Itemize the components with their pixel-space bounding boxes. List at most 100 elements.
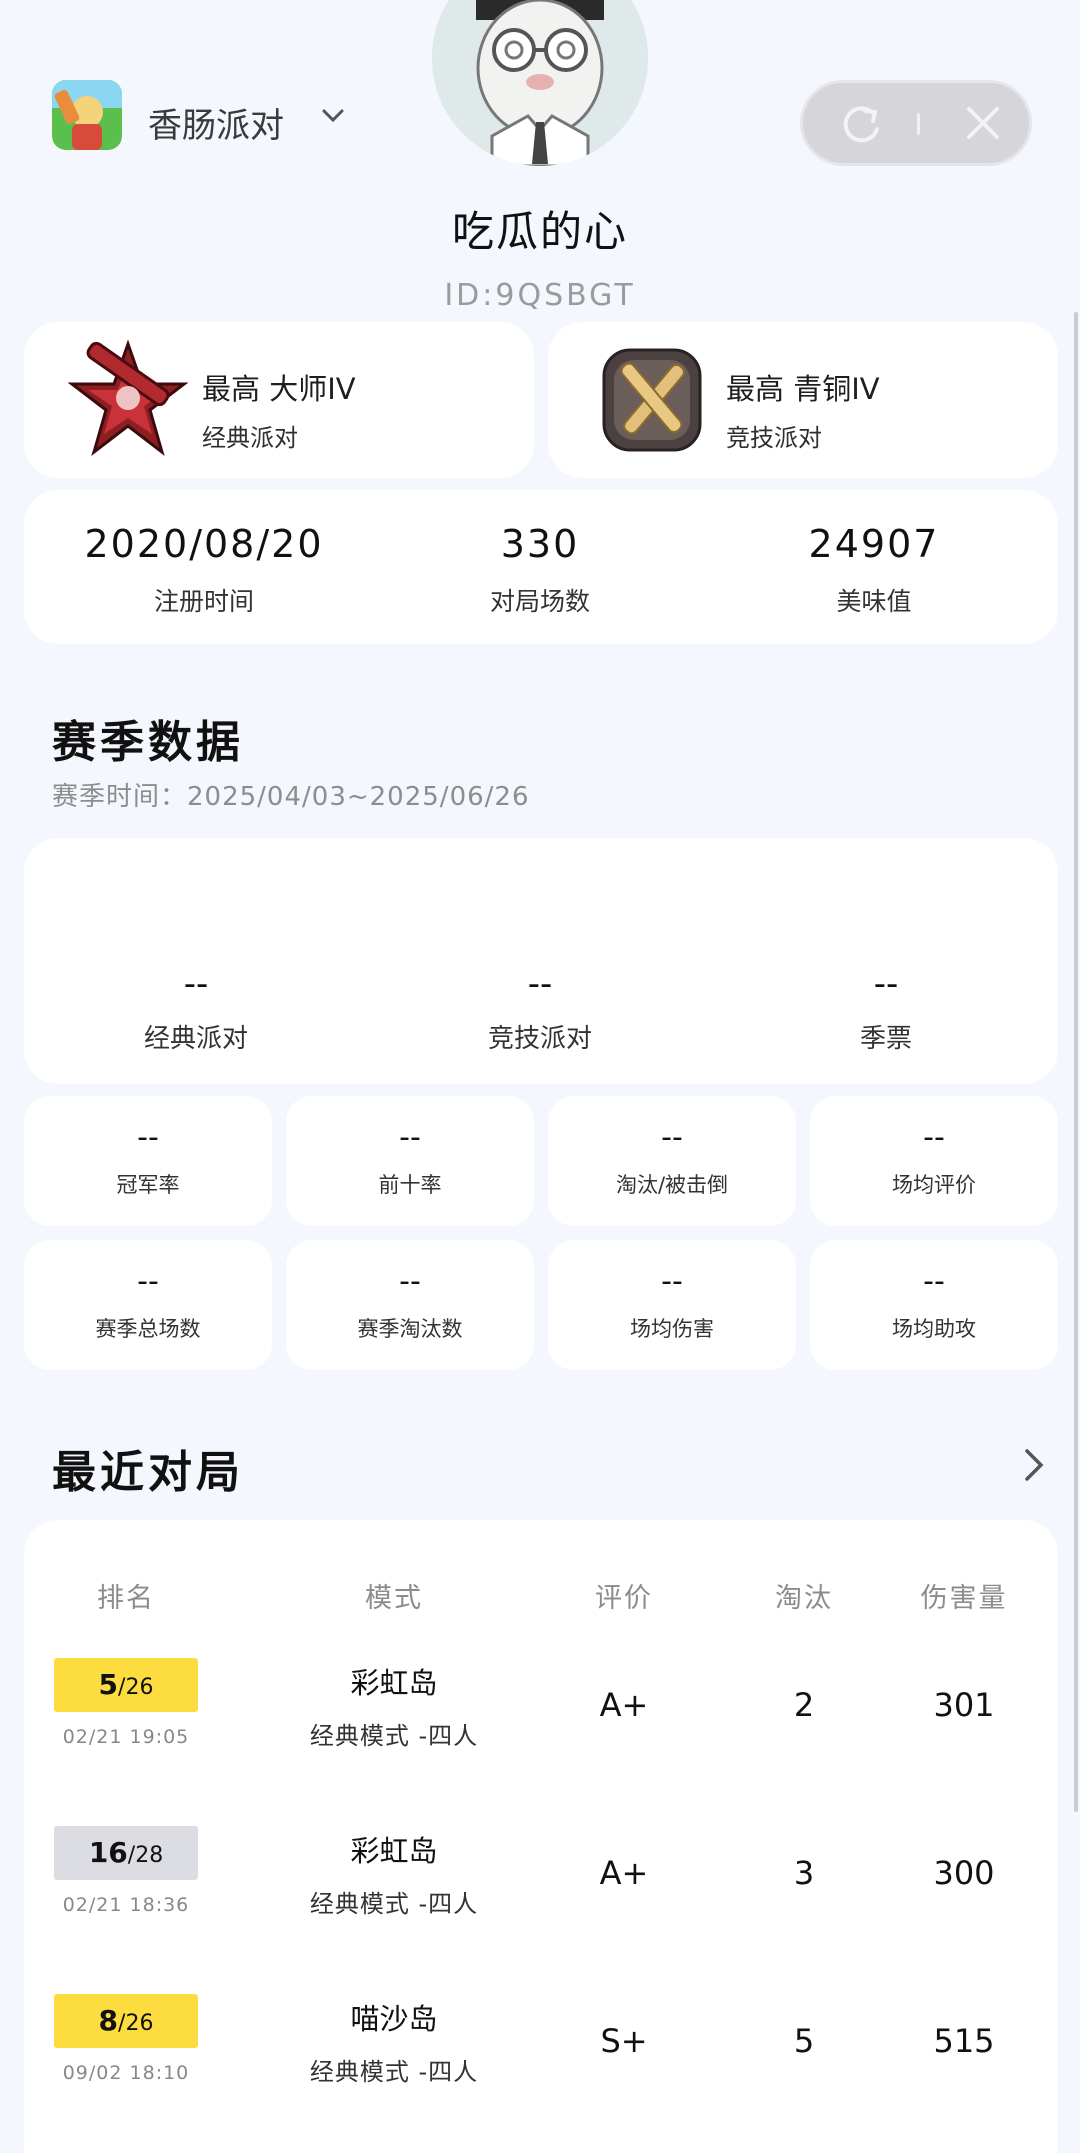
match-grade: A+ [599, 1854, 649, 1892]
header-mode: 模式 [365, 1583, 423, 1614]
match-damage: 301 [933, 1686, 995, 1724]
rank-card-competitive[interactable]: 最高 青铜IV 竞技派对 [548, 322, 1058, 478]
stat-register-date: 2020/08/20 注册时间 [54, 522, 354, 618]
match-mode: 经典模式 -四人 [309, 1890, 479, 1918]
refresh-icon[interactable] [839, 103, 883, 151]
tile-label: 赛季总场数 [95, 1317, 201, 1341]
tile-value: -- [923, 1264, 945, 1299]
tile-value: -- [661, 1120, 683, 1155]
tile-label: 场均伤害 [630, 1317, 714, 1341]
stat-value: 24907 [808, 522, 940, 566]
match-kills: 3 [793, 1854, 815, 1892]
match-grade: S+ [600, 2022, 648, 2060]
table-row[interactable]: 16/28 02/21 18:36 彩虹岛 经典模式 -四人 A+ 3 300 [24, 1826, 1078, 1994]
tile-value: -- [137, 1120, 159, 1155]
rank-badge: 5/26 [54, 1658, 198, 1712]
tile-win-rate: -- 冠军率 [24, 1096, 272, 1226]
rank-badge: 8/26 [54, 1994, 198, 2048]
recent-matches-table: 排名 模式 评价 淘汰 伤害量 5/26 02/21 19:05 彩虹岛 经典模… [24, 1520, 1058, 2153]
app-icon[interactable] [52, 80, 122, 150]
match-mode: 经典模式 -四人 [309, 2058, 479, 2086]
season-title: 赛季数据 [52, 717, 244, 768]
rank-total: /26 [118, 2011, 154, 2036]
tile-season-kills: -- 赛季淘汰数 [286, 1240, 534, 1370]
header-rank: 排名 [97, 1583, 155, 1614]
tile-label: 场均评价 [892, 1173, 976, 1197]
match-kills: 2 [793, 1686, 815, 1724]
stat-value: -- [527, 964, 553, 1004]
tile-season-matches: -- 赛季总场数 [24, 1240, 272, 1370]
rank-mode: 经典派对 [202, 424, 298, 452]
match-damage: 515 [933, 2022, 995, 2060]
tile-avg-damage: -- 场均伤害 [548, 1240, 796, 1370]
tile-label: 赛季淘汰数 [357, 1317, 463, 1341]
table-row[interactable]: 8/26 09/02 18:10 喵沙岛 经典模式 -四人 S+ 5 515 [24, 1994, 1078, 2153]
season-summary-card: -- 经典派对 -- 竞技派对 -- 季票 [24, 838, 1058, 1084]
match-mode: 经典模式 -四人 [309, 1722, 479, 1750]
stat-match-count: 330 对局场数 [390, 522, 690, 618]
stat-label: 美味值 [836, 587, 912, 616]
tile-avg-assist: -- 场均助攻 [810, 1240, 1058, 1370]
tile-label: 冠军率 [116, 1173, 180, 1197]
stat-label: 竞技派对 [487, 1024, 592, 1054]
nickname: 吃瓜的心 [451, 207, 628, 256]
stat-value: 2020/08/20 [84, 522, 324, 566]
scrollbar[interactable] [1074, 312, 1078, 1812]
app-name[interactable]: 香肠派对 [148, 98, 284, 147]
match-damage: 300 [933, 1854, 995, 1892]
capsule-divider [917, 113, 920, 135]
chevron-right-icon[interactable] [1024, 1448, 1044, 1486]
bronze-shield-emblem-icon [592, 340, 712, 460]
season-pass: -- 季票 [736, 964, 1036, 1055]
tile-value: -- [399, 1264, 421, 1299]
user-id: ID:9QSBGT [444, 278, 636, 313]
season-range: 赛季时间：2025/04/03~2025/06/26 [52, 782, 530, 812]
season-classic: -- 经典派对 [46, 964, 346, 1055]
stat-value: -- [183, 964, 209, 1004]
account-stats-card: 2020/08/20 注册时间 330 对局场数 24907 美味值 [24, 490, 1058, 644]
rank-badge: 16/28 [54, 1826, 198, 1880]
tile-label: 淘汰/被击倒 [615, 1173, 729, 1197]
tile-kd: -- 淘汰/被击倒 [548, 1096, 796, 1226]
match-kills: 5 [793, 2022, 815, 2060]
tile-avg-rating: -- 场均评价 [810, 1096, 1058, 1226]
rank-total: /28 [127, 1843, 164, 1868]
tile-top10-rate: -- 前十率 [286, 1096, 534, 1226]
stat-label: 季票 [859, 1024, 912, 1054]
stat-taste-value: 24907 美味值 [724, 522, 1024, 618]
table-row[interactable]: 5/26 02/21 19:05 彩虹岛 经典模式 -四人 A+ 2 301 [24, 1658, 1078, 1826]
header-damage: 伤害量 [920, 1583, 1008, 1614]
rank-mode: 竞技派对 [726, 424, 822, 452]
chevron-down-icon[interactable] [322, 108, 344, 127]
tile-value: -- [923, 1120, 945, 1155]
match-map: 彩虹岛 [350, 1666, 438, 1700]
tile-label: 场均助攻 [892, 1317, 976, 1341]
avatar[interactable] [432, 0, 648, 166]
rank-title: 最高 青铜IV [726, 372, 880, 406]
tile-value: -- [399, 1120, 421, 1155]
rank-card-classic[interactable]: 最高 大师IV 经典派对 [24, 322, 534, 478]
rank-total: /26 [118, 1675, 154, 1700]
header-grade: 评价 [595, 1583, 653, 1614]
stat-label: 经典派对 [143, 1024, 248, 1054]
match-map: 喵沙岛 [350, 2002, 438, 2036]
recent-title: 最近对局 [52, 1447, 244, 1498]
tile-value: -- [137, 1264, 159, 1299]
match-time: 09/02 18:10 [62, 2062, 190, 2084]
season-competitive: -- 竞技派对 [390, 964, 690, 1055]
master-star-emblem-icon [67, 339, 189, 460]
stat-label: 对局场数 [489, 587, 590, 616]
match-time: 02/21 19:05 [62, 1726, 190, 1748]
tile-label: 前十率 [378, 1173, 442, 1197]
stat-value: -- [873, 964, 899, 1004]
rank-position: 8 [98, 2004, 119, 2037]
stat-value: 330 [500, 522, 580, 566]
match-time: 02/21 18:36 [62, 1894, 190, 1916]
header-kills: 淘汰 [775, 1583, 833, 1614]
match-map: 彩虹岛 [350, 1834, 438, 1868]
rank-position: 16 [88, 1836, 128, 1869]
close-icon[interactable] [963, 103, 1003, 147]
match-grade: A+ [599, 1686, 649, 1724]
stat-label: 注册时间 [153, 587, 254, 616]
rank-title: 最高 大师IV [202, 372, 356, 406]
